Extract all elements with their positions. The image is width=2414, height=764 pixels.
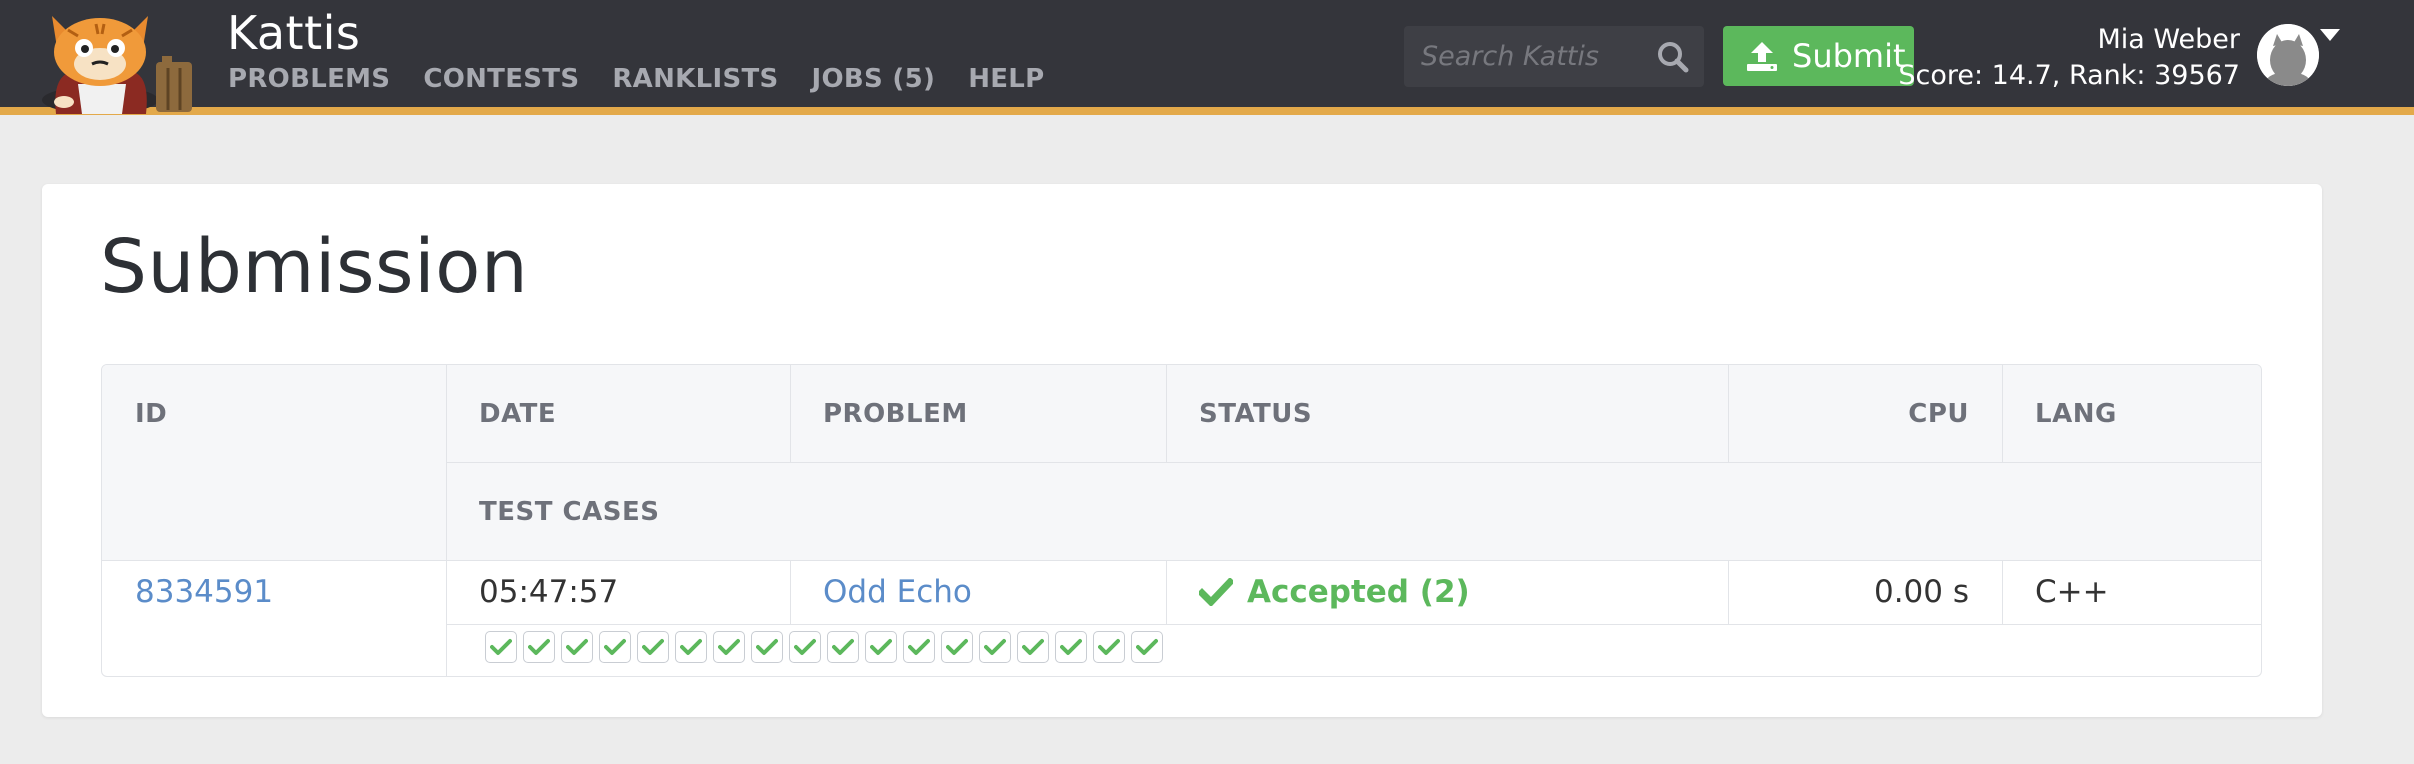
cpu-time: 0.00 s bbox=[1873, 574, 1969, 610]
search-icon[interactable] bbox=[1656, 40, 1690, 74]
column-header-test-cases: TEST CASES bbox=[479, 497, 660, 527]
test-case-accepted-icon[interactable] bbox=[561, 631, 593, 663]
kattis-logo[interactable] bbox=[38, 6, 206, 115]
user-info[interactable]: Mia Weber Score: 14.7, Rank: 39567 bbox=[1898, 22, 2240, 94]
test-case-accepted-icon[interactable] bbox=[1093, 631, 1125, 663]
test-case-accepted-icon[interactable] bbox=[523, 631, 555, 663]
user-menu-caret-icon[interactable] bbox=[2320, 29, 2340, 41]
test-case-accepted-icon[interactable] bbox=[789, 631, 821, 663]
submission-date: 05:47:57 bbox=[479, 574, 619, 610]
page-title: Submission bbox=[100, 224, 529, 310]
test-case-accepted-icon[interactable] bbox=[903, 631, 935, 663]
test-case-accepted-icon[interactable] bbox=[827, 631, 859, 663]
divider bbox=[2002, 365, 2003, 462]
problem-link[interactable]: Odd Echo bbox=[823, 574, 972, 610]
test-case-accepted-icon[interactable] bbox=[751, 631, 783, 663]
submit-button[interactable]: Submit bbox=[1723, 26, 1914, 86]
divider bbox=[1166, 560, 1167, 624]
user-score: Score: 14.7, Rank: 39567 bbox=[1898, 60, 2240, 91]
submit-button-label: Submit bbox=[1792, 37, 1906, 75]
nav-ranklists[interactable]: RANKLISTS bbox=[612, 64, 778, 94]
test-case-accepted-icon[interactable] bbox=[1131, 631, 1163, 663]
submission-id-link[interactable]: 8334591 bbox=[135, 574, 273, 610]
divider bbox=[446, 365, 447, 676]
nav-problems[interactable]: PROBLEMS bbox=[228, 64, 390, 94]
upload-icon bbox=[1745, 40, 1779, 72]
column-header-id: ID bbox=[135, 399, 168, 429]
nav-jobs[interactable]: JOBS (5) bbox=[812, 64, 936, 94]
submission-table: ID DATE PROBLEM STATUS CPU LANG TEST CAS… bbox=[101, 364, 2262, 677]
divider bbox=[790, 560, 791, 624]
top-navbar: Kattis PROBLEMS CONTESTS RANKLISTS JOBS … bbox=[0, 0, 2414, 115]
avatar[interactable] bbox=[2257, 24, 2319, 86]
test-case-list bbox=[485, 631, 1163, 663]
divider bbox=[446, 624, 2261, 625]
status-badge: Accepted (2) bbox=[1199, 574, 1470, 610]
column-header-cpu: CPU bbox=[1908, 399, 1969, 429]
column-header-status: STATUS bbox=[1199, 399, 1313, 429]
divider bbox=[1166, 365, 1167, 462]
divider bbox=[790, 365, 791, 462]
test-case-accepted-icon[interactable] bbox=[713, 631, 745, 663]
search-input[interactable] bbox=[1404, 41, 1644, 72]
test-case-accepted-icon[interactable] bbox=[979, 631, 1011, 663]
nav-contests[interactable]: CONTESTS bbox=[423, 64, 579, 94]
test-case-accepted-icon[interactable] bbox=[637, 631, 669, 663]
main-nav: PROBLEMS CONTESTS RANKLISTS JOBS (5) HEL… bbox=[228, 64, 1078, 94]
test-case-accepted-icon[interactable] bbox=[865, 631, 897, 663]
test-case-accepted-icon[interactable] bbox=[485, 631, 517, 663]
divider bbox=[102, 560, 2261, 561]
divider bbox=[446, 462, 2261, 463]
column-header-problem: PROBLEM bbox=[823, 399, 968, 429]
test-case-accepted-icon[interactable] bbox=[1017, 631, 1049, 663]
column-header-date: DATE bbox=[479, 399, 557, 429]
submission-card: Submission ID DATE PROBLEM STATUS CPU LA… bbox=[42, 184, 2322, 717]
test-case-accepted-icon[interactable] bbox=[941, 631, 973, 663]
status-text: Accepted (2) bbox=[1247, 574, 1470, 610]
test-case-accepted-icon[interactable] bbox=[1055, 631, 1087, 663]
check-icon bbox=[1199, 578, 1233, 606]
user-name: Mia Weber bbox=[2097, 24, 2240, 55]
test-case-accepted-icon[interactable] bbox=[675, 631, 707, 663]
search-box bbox=[1404, 26, 1704, 87]
divider bbox=[2002, 560, 2003, 624]
language: C++ bbox=[2035, 574, 2109, 610]
test-case-accepted-icon[interactable] bbox=[599, 631, 631, 663]
nav-help[interactable]: HELP bbox=[968, 64, 1044, 94]
column-header-lang: LANG bbox=[2035, 399, 2117, 429]
brand-title[interactable]: Kattis bbox=[227, 6, 360, 60]
